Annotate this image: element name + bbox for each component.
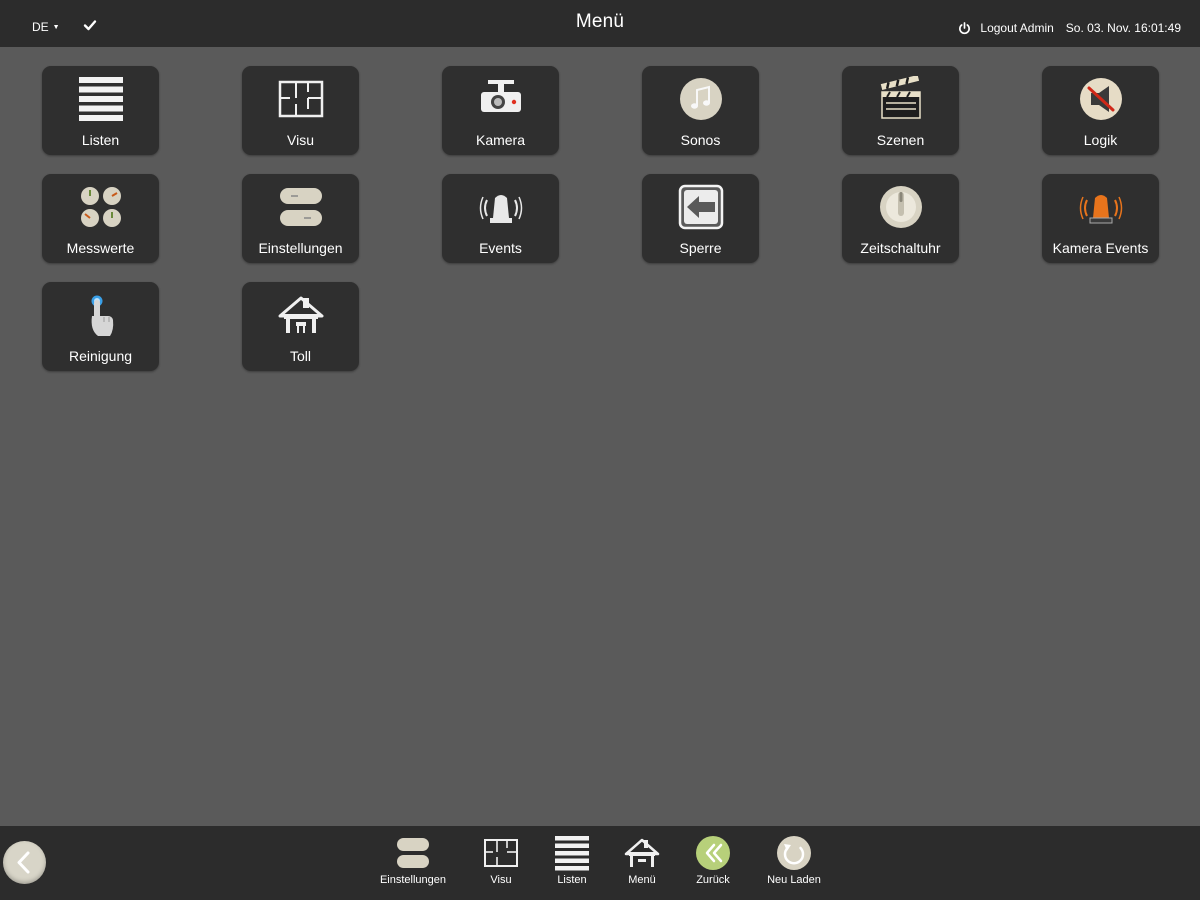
nav-label: Einstellungen (379, 874, 447, 886)
tile-logik[interactable]: Logik (1042, 66, 1159, 155)
tile-sperre[interactable]: Sperre (642, 174, 759, 263)
house-icon (624, 835, 660, 871)
tile-label: Reinigung (68, 348, 133, 364)
logic-icon (1078, 76, 1124, 122)
tile-label: Kamera (475, 132, 526, 148)
alarm-light-icon (478, 184, 524, 230)
nav-neu-laden[interactable]: Neu Laden (754, 834, 834, 894)
nav-label: Menü (628, 874, 656, 886)
nav-label: Zurück (696, 874, 730, 886)
list-icon (78, 76, 124, 122)
nav-einstellungen[interactable]: Einstellungen (373, 834, 453, 894)
tile-visu[interactable]: Visu (242, 66, 359, 155)
tile-label: Listen (81, 132, 120, 148)
chevron-left-icon (17, 851, 30, 874)
list-icon (554, 835, 590, 871)
tile-label: Sonos (680, 132, 721, 148)
tile-szenen[interactable]: Szenen (842, 66, 959, 155)
toggle-switches-icon (278, 184, 324, 230)
floorplan-icon (278, 76, 324, 122)
clapperboard-icon (878, 76, 924, 122)
timer-knob-icon (878, 184, 924, 230)
tile-zeitschaltuhr[interactable]: Zeitschaltuhr (842, 174, 959, 263)
tile-toll[interactable]: Toll (242, 282, 359, 371)
tile-einstellungen[interactable]: Einstellungen (242, 174, 359, 263)
nav-label: Visu (490, 874, 512, 886)
house-icon (278, 292, 324, 338)
tile-label: Szenen (876, 132, 925, 148)
nav-listen[interactable]: Listen (532, 834, 612, 894)
lock-arrow-icon (678, 184, 724, 230)
menu-grid: Listen Visu Kamera Sonos Szenen Logik Me… (0, 0, 1200, 800)
tile-kamera[interactable]: Kamera (442, 66, 559, 155)
tile-label: Einstellungen (258, 240, 343, 256)
tile-label: Events (479, 240, 522, 256)
reload-icon (776, 835, 812, 871)
bottom-bar: Einstellungen Visu Listen Menü Zurück Ne… (0, 826, 1200, 900)
double-chevron-left-icon (695, 835, 731, 871)
floorplan-icon (483, 835, 519, 871)
nav-zurueck[interactable]: Zurück (673, 834, 753, 894)
tile-label: Logik (1083, 132, 1118, 148)
nav-label: Neu Laden (767, 874, 821, 886)
tile-sonos[interactable]: Sonos (642, 66, 759, 155)
toggle-switches-icon (395, 835, 431, 871)
tile-events[interactable]: Events (442, 174, 559, 263)
orange-alarm-light-icon (1078, 184, 1124, 230)
tile-label: Kamera Events (1052, 240, 1149, 256)
tile-messwerte[interactable]: Messwerte (42, 174, 159, 263)
tile-kamera-events[interactable]: Kamera Events (1042, 174, 1159, 263)
nav-label: Listen (557, 874, 587, 886)
tile-label: Sperre (679, 240, 722, 256)
nav-menu[interactable]: Menü (602, 834, 682, 894)
touch-hand-icon (78, 292, 124, 338)
music-note-icon (678, 76, 724, 122)
tile-listen[interactable]: Listen (42, 66, 159, 155)
tile-label: Messwerte (66, 240, 135, 256)
tile-label: Visu (287, 132, 314, 148)
camera-icon (478, 76, 524, 122)
tile-label: Toll (289, 348, 311, 364)
nav-visu[interactable]: Visu (461, 834, 541, 894)
back-button[interactable] (3, 841, 46, 884)
tile-label: Zeitschaltuhr (860, 240, 941, 256)
gauges-icon (78, 184, 124, 230)
tile-reinigung[interactable]: Reinigung (42, 282, 159, 371)
